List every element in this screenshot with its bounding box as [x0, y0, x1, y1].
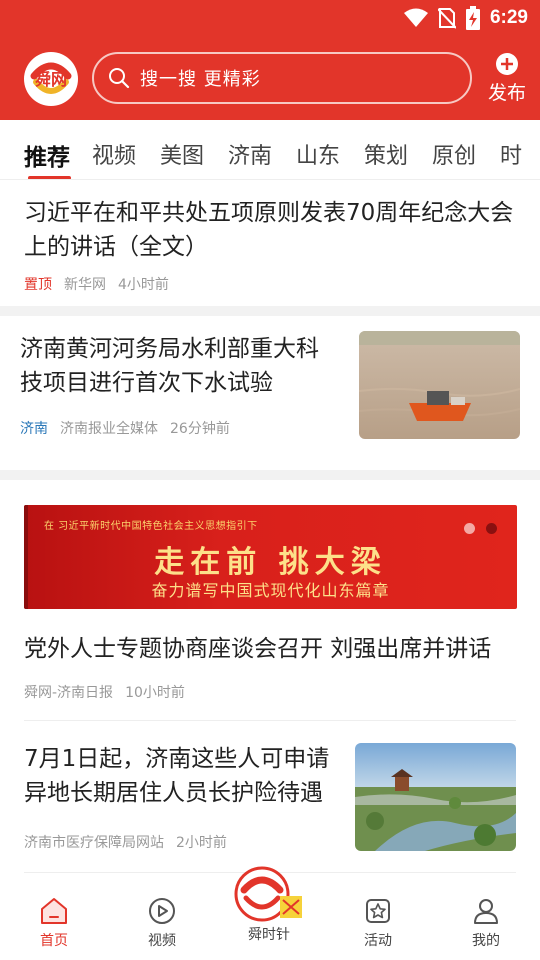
tab-recommend[interactable]: 推荐 [24, 138, 70, 172]
article-time: 2小时前 [176, 835, 227, 851]
svg-text:舜网: 舜网 [35, 70, 67, 89]
search-bar[interactable]: 搜一搜 更精彩 [92, 52, 472, 104]
tab-shandong[interactable]: 山东 [296, 138, 340, 170]
category-tabs: 推荐 视频 美图 济南 山东 策划 原创 时 [0, 120, 540, 180]
article-meta: 济南市医疗保障局网站 2小时前 [24, 832, 227, 852]
app-screen: 6:29 舜网 搜一搜 更精彩 发布 推荐 视频 美图 济南 山东 策划 原创 … [0, 0, 540, 960]
nav-label: 活动 [364, 933, 392, 949]
article-item-with-image[interactable]: 济南黄河河务局水利部重大科技项目进行首次下水试验 济南 济南报业全媒体 26分钟… [0, 316, 540, 460]
nav-label: 舜时针 [248, 927, 290, 943]
carousel-dot[interactable] [486, 523, 497, 534]
status-icons: 6:29 [403, 4, 528, 32]
pinned-tag: 置顶 [24, 277, 52, 293]
app-logo[interactable]: 舜网 [24, 52, 78, 106]
section-separator [0, 306, 540, 316]
banner-top-text: 在 习近平新时代中国特色社会主义思想指引下 [44, 521, 258, 532]
article-title: 济南黄河河务局水利部重大科技项目进行首次下水试验 [20, 336, 319, 396]
article-time: 10小时前 [125, 685, 185, 701]
article-thumbnail [355, 743, 516, 851]
tabs-divider [0, 179, 540, 180]
nav-shun-timer[interactable]: 舜时针 [234, 866, 304, 944]
article-time: 26分钟前 [170, 421, 230, 437]
wifi-icon [403, 8, 428, 27]
article-item-pinned[interactable]: 习近平在和平共处五项原则发表70周年纪念大会上的讲话（全文） 置顶 新华网 4小… [24, 196, 518, 296]
home-icon [41, 898, 67, 924]
nav-profile[interactable]: 我的 [451, 896, 521, 950]
banner-subtitle: 奋力谱写中国式现代化山东篇章 [151, 581, 390, 600]
article-source: 新华网 [64, 277, 106, 293]
article-meta: 置顶 新华网 4小时前 [24, 274, 169, 294]
article-meta: 济南 济南报业全媒体 26分钟前 [20, 418, 230, 438]
tab-video[interactable]: 视频 [92, 138, 136, 170]
tab-photos[interactable]: 美图 [160, 138, 204, 170]
plus-circle-icon [496, 53, 518, 75]
shun-logo-icon [234, 866, 302, 922]
carousel-dot-active[interactable] [464, 523, 475, 534]
section-separator [0, 470, 540, 480]
search-icon [109, 68, 130, 89]
status-bar: 6:29 [0, 0, 540, 36]
nav-label: 我的 [472, 933, 500, 949]
battery-charging-icon [465, 6, 480, 30]
tab-original[interactable]: 原创 [432, 138, 476, 170]
nav-home[interactable]: 首页 [19, 896, 89, 950]
article-source: 济南报业全媒体 [60, 421, 158, 437]
shun-logo-icon: 舜网 [27, 55, 75, 103]
tab-time[interactable]: 时 [500, 138, 522, 170]
article-item[interactable]: 党外人士专题协商座谈会召开 刘强出席并讲话 舜网-济南日报 10小时前 [24, 632, 518, 708]
banner-headline: 走在前 挑大梁 [154, 545, 387, 580]
nav-activity[interactable]: 活动 [343, 896, 413, 950]
city-tag: 济南 [20, 421, 48, 437]
article-title: 党外人士专题协商座谈会召开 刘强出席并讲话 [24, 636, 492, 662]
article-source: 舜网-济南日报 [24, 685, 114, 701]
article-time: 4小时前 [118, 277, 169, 293]
activity-icon [366, 899, 390, 923]
app-header: 6:29 舜网 搜一搜 更精彩 发布 [0, 0, 540, 120]
publish-button[interactable]: 发布 [484, 52, 530, 104]
article-source: 济南市医疗保障局网站 [24, 835, 164, 851]
user-icon [474, 899, 498, 924]
nav-video[interactable]: 视频 [127, 896, 197, 950]
status-time: 6:29 [489, 7, 528, 28]
tab-jinan[interactable]: 济南 [228, 138, 272, 170]
search-placeholder: 搜一搜 更精彩 [140, 69, 261, 90]
nav-label: 首页 [40, 933, 68, 949]
publish-label: 发布 [487, 82, 526, 104]
promo-banner[interactable]: 在 习近平新时代中国特色社会主义思想指引下 走在前 挑大梁 奋力谱写中国式现代化… [24, 505, 517, 609]
article-divider [24, 720, 516, 721]
article-meta: 舜网-济南日报 10小时前 [24, 682, 185, 702]
article-title: 习近平在和平共处五项原则发表70周年纪念大会上的讲话（全文） [24, 200, 514, 260]
tab-planning[interactable]: 策划 [364, 138, 408, 170]
article-item-with-image[interactable]: 7月1日起，济南这些人可申请异地长期居住人员长护险待遇 济南市医疗保障局网站 2… [0, 728, 540, 868]
nav-label: 视频 [148, 933, 176, 949]
article-thumbnail [359, 331, 520, 439]
article-title: 7月1日起，济南这些人可申请异地长期居住人员长护险待遇 [24, 746, 330, 806]
video-icon [149, 898, 175, 924]
bottom-navigation: 首页 视频 舜时针 活动 我的 [0, 866, 540, 960]
no-sim-icon [437, 8, 456, 29]
